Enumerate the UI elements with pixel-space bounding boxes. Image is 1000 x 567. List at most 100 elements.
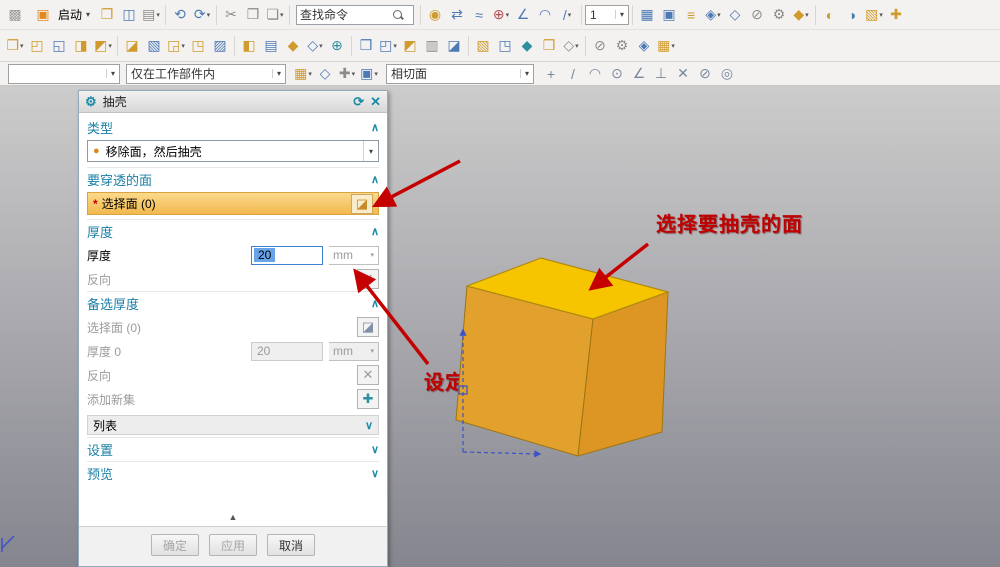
toolbar-icon[interactable]: ≈	[468, 4, 490, 26]
toolbar-icon[interactable]: ⊙	[606, 63, 628, 85]
toolbar-icon[interactable]: /	[562, 63, 584, 85]
toolbar-icon[interactable]: ❒▾	[4, 35, 26, 57]
toolbar-icon[interactable]: ◈▾	[702, 4, 724, 26]
toolbar-icon[interactable]: ◑	[841, 4, 863, 26]
toolbar-icon[interactable]: ▦	[636, 4, 658, 26]
toolbar-icon[interactable]: ✕	[672, 63, 694, 85]
toolbar-icon[interactable]: ✂	[220, 4, 242, 26]
toolbar-icon[interactable]: ▩	[4, 4, 26, 26]
toolbar-icon[interactable]: ✚	[885, 4, 907, 26]
toolbar-icon[interactable]: ◧	[238, 35, 260, 57]
toolbar-icon[interactable]: /▾	[556, 4, 578, 26]
solid-box[interactable]	[456, 258, 668, 456]
add-new-set-icon[interactable]: ✚	[357, 389, 379, 409]
face-select-icon[interactable]: ◪	[351, 194, 373, 214]
alt-reverse-icon[interactable]: ✕	[357, 365, 379, 385]
toolbar-icon[interactable]: ❐	[96, 4, 118, 26]
toolbar-icon[interactable]: ▨	[209, 35, 231, 57]
toolbar-icon[interactable]: ⊘	[589, 35, 611, 57]
toolbar-icon[interactable]: ❏▾	[264, 4, 286, 26]
chevron-down-icon[interactable]: ∨	[365, 419, 373, 432]
toolbar-icon[interactable]: ◰	[26, 35, 48, 57]
dialog-resize-handle[interactable]: ▲	[87, 512, 379, 526]
toolbar-icon[interactable]: ⊘	[746, 4, 768, 26]
toolbar-icon[interactable]: ❒	[538, 35, 560, 57]
view-scale-select[interactable]: 1 ▾	[585, 5, 629, 25]
reset-icon[interactable]: ⟳	[353, 94, 364, 110]
toolbar-icon[interactable]: ⊥	[650, 63, 672, 85]
alt-face-select-icon[interactable]: ◪	[357, 317, 379, 337]
snap-face-combo[interactable]: 相切面 ▾	[386, 64, 534, 84]
section-preview[interactable]: 预览 ∨	[87, 461, 379, 485]
toolbar-icon[interactable]: ◎	[716, 63, 738, 85]
thickness-input[interactable]: 20	[251, 246, 323, 265]
toolbar-icon[interactable]: ▤▾	[140, 4, 162, 26]
toolbar-icon[interactable]: ◐	[819, 4, 841, 26]
chevron-up-icon[interactable]: ∧	[371, 121, 379, 134]
toolbar-icon[interactable]: ◳	[187, 35, 209, 57]
graphics-viewport[interactable]: 选择要抽壳的面 设定壳的厚度	[0, 86, 1000, 567]
toolbar-icon[interactable]: ◇	[724, 4, 746, 26]
toolbar-icon[interactable]: ▦▾	[292, 63, 314, 85]
chevron-up-icon[interactable]: ∧	[371, 297, 379, 310]
toolbar-icon[interactable]: ▣▾	[358, 63, 380, 85]
toolbar-icon[interactable]: ◈	[633, 35, 655, 57]
toolbar-icon[interactable]: ▧▾	[863, 4, 885, 26]
box-right-face[interactable]	[578, 292, 668, 456]
command-search-box[interactable]	[296, 5, 414, 25]
toolbar-icon[interactable]: ◪	[443, 35, 465, 57]
toolbar-icon[interactable]: ▣	[658, 4, 680, 26]
toolbar-icon[interactable]: ≡	[680, 4, 702, 26]
toolbar-icon[interactable]: ⊘	[694, 63, 716, 85]
toolbar-icon[interactable]: ◲▾	[165, 35, 187, 57]
thickness-unit-select[interactable]: mm ▾	[329, 246, 379, 265]
command-search-input[interactable]	[300, 8, 392, 22]
toolbar-icon[interactable]: ◠	[584, 63, 606, 85]
pierce-face-selector[interactable]: * 选择面 (0) ◪	[87, 192, 379, 215]
toolbar-icon[interactable]: ⚙	[768, 4, 790, 26]
box-top-face-highlighted[interactable]	[467, 258, 668, 319]
toolbar-icon[interactable]: ▥	[421, 35, 443, 57]
apply-button[interactable]: 应用	[209, 534, 257, 556]
toolbar-icon[interactable]: ◇▾	[304, 35, 326, 57]
toolbar-icon[interactable]: ◆	[282, 35, 304, 57]
toolbar-icon[interactable]: ◱	[48, 35, 70, 57]
ok-button[interactable]: 确定	[151, 534, 199, 556]
toolbar-icon[interactable]: ◇	[314, 63, 336, 85]
toolbar-icon[interactable]: ∠	[628, 63, 650, 85]
toolbar-icon[interactable]: ◳	[494, 35, 516, 57]
close-icon[interactable]: ✕	[370, 94, 381, 110]
chevron-down-icon[interactable]: ∨	[371, 467, 379, 480]
toolbar-icon[interactable]: ◪	[121, 35, 143, 57]
chevron-down-icon[interactable]: ∨	[371, 443, 379, 456]
toolbar-icon[interactable]: ◆	[516, 35, 538, 57]
toolbar-icon[interactable]: ⟳▾	[191, 4, 213, 26]
alt-thickness-input[interactable]: 20	[251, 342, 323, 361]
toolbar-icon[interactable]: ◫	[118, 4, 140, 26]
toolbar-icon[interactable]: ✚▾	[336, 63, 358, 85]
toolbar-icon[interactable]: ◩▾	[92, 35, 114, 57]
selection-filter-combo[interactable]: ▾	[8, 64, 120, 84]
chevron-up-icon[interactable]: ∧	[371, 225, 379, 238]
section-pierce-faces[interactable]: 要穿透的面 ∧	[87, 167, 379, 191]
toolbar-icon[interactable]: ⟲	[169, 4, 191, 26]
cancel-button[interactable]: 取消	[267, 534, 315, 556]
selection-scope-combo[interactable]: 仅在工作部件内 ▾	[126, 64, 286, 84]
toolbar-icon[interactable]: ▤	[260, 35, 282, 57]
toolbar-icon[interactable]: ▦▾	[655, 35, 677, 57]
toolbar-icon[interactable]: ⇄	[446, 4, 468, 26]
toolbar-icon[interactable]: ◆▾	[790, 4, 812, 26]
toolbar-icon[interactable]: ◰▾	[377, 35, 399, 57]
toolbar-icon[interactable]: ∠	[512, 4, 534, 26]
toolbar-icon[interactable]: ◇▾	[560, 35, 582, 57]
section-type[interactable]: 类型 ∧	[87, 115, 379, 139]
shell-type-dropdown[interactable]: ● 移除面，然后抽壳 ▾	[87, 140, 379, 162]
reverse-direction-icon[interactable]: ✕	[357, 269, 379, 289]
section-thickness[interactable]: 厚度 ∧	[87, 219, 379, 243]
toolbar-icon[interactable]: ◠	[534, 4, 556, 26]
section-settings[interactable]: 设置 ∨	[87, 437, 379, 461]
chevron-up-icon[interactable]: ∧	[371, 173, 379, 186]
toolbar-icon[interactable]: ⊕▾	[490, 4, 512, 26]
start-menu-button[interactable]: ▣ 启动 ▾	[26, 3, 96, 27]
toolbar-icon[interactable]: +	[540, 63, 562, 85]
